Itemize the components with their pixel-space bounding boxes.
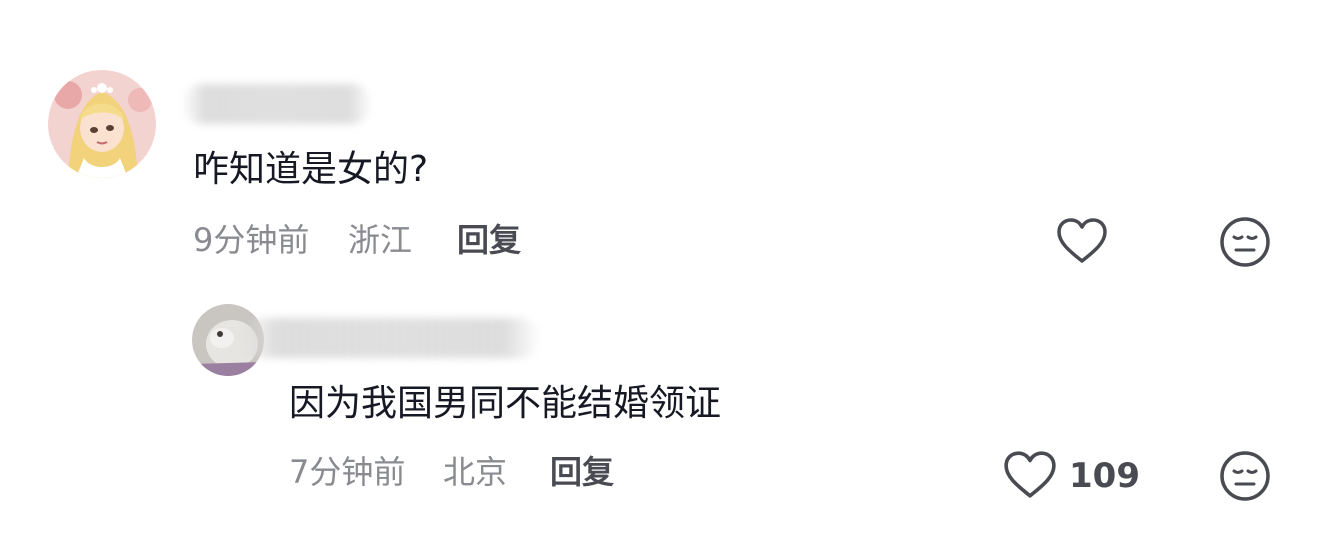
comment-thread: 咋知道是女的? 9分钟前 浙江 回复 因为我国男同不能结婚领证 7分钟前 北京 … xyxy=(0,0,1320,540)
comment-text: 咋知道是女的? xyxy=(193,149,429,190)
username-blurred[interactable] xyxy=(240,318,540,358)
comment-text: 因为我国男同不能结婚领证 xyxy=(289,383,722,424)
comment-location: 北京 xyxy=(443,453,508,491)
reply-button[interactable]: 回复 xyxy=(457,224,521,256)
username-blurred[interactable] xyxy=(182,84,372,124)
avatar[interactable] xyxy=(48,70,156,178)
comment-time: 7分钟前 xyxy=(289,453,406,491)
dislike-face-icon[interactable] xyxy=(1219,450,1271,502)
like-count: 109 xyxy=(1069,456,1140,496)
comment-location: 浙江 xyxy=(348,221,413,259)
comment-time: 9分钟前 xyxy=(193,221,310,259)
heart-icon[interactable] xyxy=(1003,450,1057,500)
reply-button[interactable]: 回复 xyxy=(550,456,614,488)
heart-icon[interactable] xyxy=(1056,217,1108,265)
dislike-face-icon[interactable] xyxy=(1219,216,1271,268)
avatar-image xyxy=(48,70,156,178)
